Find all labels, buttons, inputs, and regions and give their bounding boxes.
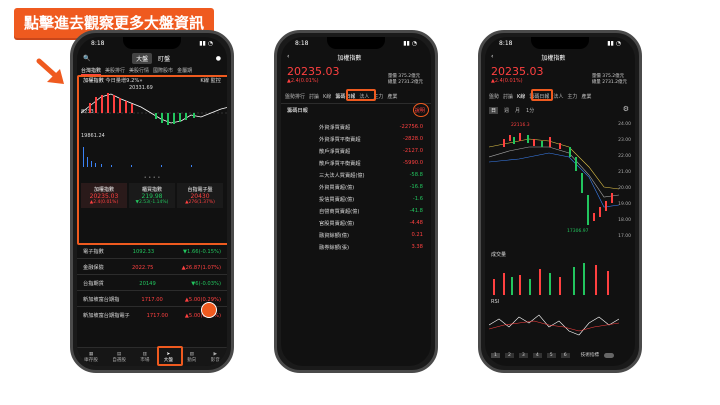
market-tab-us[interactable]: 美股行情 [129,67,149,75]
kline-chart: 22116.3 17306.97 24.00 23.00 22.00 21.00 20.… [489,117,631,247]
list-item[interactable]: 電子指數 1092.33 ▼1.66(-0.15%) [83,248,221,256]
settings-icon[interactable]: ⚙ [623,105,629,113]
table-row: 外資買賣超(億) -16.8 [319,184,423,191]
tab-industry[interactable]: 產業 [387,93,397,100]
page-title: 加權指數 [541,55,566,62]
back-icon[interactable]: ‹ [287,53,289,62]
period-month[interactable]: 月 [515,107,520,114]
y-axis: 24.00 23.00 22.00 21.00 20.00 19.00 18.00 17.00 [618,122,631,239]
tab-institution[interactable]: 法人 [553,93,563,100]
market-tabs: 台灣指數 美股排行 美股行情 國際股市 金屬期 [81,67,223,75]
hi-label: 22116.3 [511,123,530,128]
tab-industry[interactable]: 產業 [581,93,591,100]
lo-label: 17306.97 [567,229,589,234]
list-item[interactable]: 金融保險 2022.75 ▲26.87(1.07%) [83,264,221,272]
nav-video[interactable]: ▶ 影音 [211,352,220,363]
highlight-chip-tab [346,89,376,101]
table-row: 散戶淨買賣超 -2127.0 [319,148,423,155]
page-4[interactable]: 4 [532,352,542,358]
rsi-chart [489,314,619,336]
nav-holdings[interactable]: ▦ 庫存股 [84,352,98,363]
status-time: 8:18 [91,40,105,47]
tab-kline[interactable]: K線 [323,93,331,100]
table-row: 自營商買賣超(億) -41.8 [319,208,423,215]
market-tab-us-rank[interactable]: 美股排行 [105,67,125,75]
phone-kline: 8:18 ▮▮ ◔ ‹ 加權指數 20235.03 ▲2.4(0.01%) 量價 … [478,30,642,373]
phone-chip-report: 8:18 ▮▮ ◔ ‹ 加權指數 20235.03 ▲2.4(0.01%) 量價 … [274,30,438,373]
table-row: 外資淨買賣超 -22756.0 [319,124,423,131]
chip-table: 外資淨買賣超 -22756.0 外資淨買平衡賣超 -2828.0 散戶淨買賣超 -21… [287,121,423,253]
pointer-arrow-icon [36,58,64,84]
table-row: 投信買賣超(億) -1.6 [319,196,423,203]
bottom-nav: ▦ 庫存股 ▤ 自選股 ▥ 市場 ➤ 大盤 ▧ 動向 ▶ 影音 [77,347,227,366]
back-icon[interactable]: ‹ [491,53,493,62]
tab-discuss[interactable]: 討論 [309,93,319,100]
tab-trend[interactable]: 盤勢 [489,93,499,100]
tab-market[interactable]: 大盤 [132,53,153,64]
table-row: 官股買賣超(億) -4.48 [319,220,423,227]
price-block: 20235.03 ▲2.4(0.01%) [491,65,544,84]
table-row: 外資淨買平衡賣超 -2828.0 [319,136,423,143]
nav-watchlist[interactable]: ▤ 自選股 [112,352,126,363]
list-item[interactable]: 台指期貨 20149 ▼6(-0.03%) [83,280,221,288]
tab-kline[interactable]: K線 [517,93,525,100]
page-2[interactable]: 2 [504,352,514,358]
list-item[interactable]: 新加坡富台期指 1717.00 ▲5.00(0.29%) [83,296,221,304]
user-icon[interactable]: ● [216,55,221,62]
highlight-kline-tab [531,89,553,101]
tab-rank[interactable]: 盤勢排行 [285,93,305,100]
phone-market-overview: 8:18 ▮▮ ◔ 🔍 大盤 盯盤 ● 台灣指數 美股排行 美股行情 國際股市 金… [70,30,234,373]
highlight-explain [413,103,429,117]
nav-trends[interactable]: ▧ 動向 [187,352,196,363]
tab-watch[interactable]: 盯盤 [154,53,174,64]
page-3[interactable]: 3 [518,352,528,358]
search-icon[interactable]: 🔍 [83,55,90,62]
volume-label[interactable]: 成交量 [491,251,506,258]
table-row: 融券餘額(張) 3.38 [319,244,423,251]
table-row: 散戶淨買平衡賣超 -5990.0 [319,160,423,167]
volume-chart [489,259,619,295]
tab-discuss[interactable]: 討論 [503,93,513,100]
nav-market[interactable]: ▥ 市場 [140,352,149,363]
highlight-index-panel [77,75,227,245]
indicator-toggle-label: 技術指標 [580,353,600,358]
page-1[interactable]: 1 [491,352,500,358]
page-title: 加權指數 [337,55,362,62]
market-tab-tw[interactable]: 台灣指數 [81,67,102,75]
section-title: 籌碼日報 [287,108,308,114]
list-item[interactable]: 新加坡富台期指電子1717.00▲5.00(0.29%) [83,312,221,320]
market-tab-metal[interactable]: 金屬期 [177,67,192,75]
market-tab-intl[interactable]: 國際股市 [153,67,173,75]
indicator-toggle[interactable] [604,352,615,358]
period-week[interactable]: 週 [504,107,509,114]
page-5[interactable]: 5 [546,352,556,358]
highlight-nav-overview [157,346,183,366]
table-row: 三大法人買賣超(億) -58.8 [319,172,423,179]
period-1min[interactable]: 1分 [526,107,534,114]
price-block: 20235.03 ▲2.4(0.01%) [287,65,340,84]
float-menu-icon[interactable] [201,302,217,318]
tab-main-force[interactable]: 主力 [567,93,577,100]
page-6[interactable]: 6 [560,352,570,358]
period-day[interactable]: 日 [489,107,499,114]
table-row: 融資餘額(億) 0.21 [319,232,423,239]
